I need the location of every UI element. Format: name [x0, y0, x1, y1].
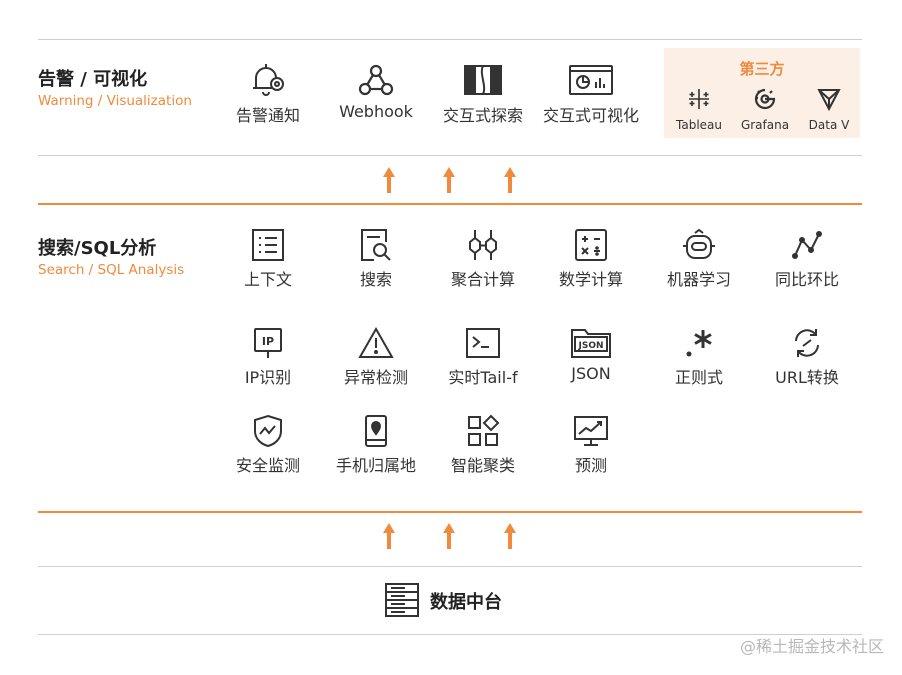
third-party-item-datav: Data V — [796, 86, 862, 132]
search-item-regex: 正则式 — [644, 326, 754, 388]
webhook-icon — [358, 64, 394, 96]
arrow-up-icon — [383, 523, 395, 549]
divider-footer-bottom — [38, 634, 862, 635]
search-item-label: 上下文 — [243, 270, 292, 289]
divider-alert-bottom — [38, 155, 862, 156]
divider-search-bottom — [38, 511, 862, 513]
alert-section-title: 告警 / 可视化 — [38, 69, 148, 90]
alarm-gear-icon — [253, 64, 284, 96]
alert-item-label: Webhook — [339, 102, 413, 121]
divider-search-top — [38, 203, 862, 205]
third-party-label: Data V — [808, 118, 850, 132]
url-convert-icon — [795, 329, 819, 357]
alert-item-notify: 告警通知 — [213, 62, 323, 126]
search-item-yoy: 同比环比 — [752, 228, 862, 290]
search-item-math: 数学计算 — [536, 228, 646, 290]
data-platform-title: 数据中台 — [430, 592, 502, 613]
search-item-label: JSON — [571, 364, 611, 383]
trend-icon — [792, 231, 822, 259]
svg-text:IP: IP — [262, 335, 274, 348]
explore-icon — [464, 65, 502, 95]
regex-icon — [686, 330, 712, 357]
server-icon — [385, 583, 419, 617]
robot-icon — [683, 228, 715, 259]
arrow-up-icon — [443, 167, 455, 193]
alert-item-visualization: 交互式可视化 — [536, 62, 646, 126]
search-item-label: 异常检测 — [343, 368, 408, 387]
terminal-icon — [466, 328, 500, 358]
alert-item-explore: 交互式探索 — [428, 62, 538, 126]
alert-item-label: 交互式可视化 — [542, 106, 639, 125]
search-item-label: 搜索 — [359, 270, 392, 289]
search-item-search: 搜索 — [321, 228, 431, 290]
search-item-label: 预测 — [574, 456, 607, 475]
search-item-security: 安全监测 — [213, 414, 323, 476]
search-item-anomaly: 异常检测 — [321, 326, 431, 388]
search-item-label: 实时Tail-f — [448, 368, 518, 387]
ip-icon: IP — [254, 328, 282, 358]
third-party-label: Grafana — [740, 118, 790, 132]
search-item-context: 上下文 — [213, 228, 323, 290]
list-icon — [252, 229, 284, 261]
third-party-item-tableau: Tableau — [666, 86, 732, 132]
grafana-icon — [754, 88, 776, 110]
search-item-label: IP识别 — [244, 368, 292, 387]
svg-text:JSON: JSON — [577, 341, 603, 351]
alert-item-label: 交互式探索 — [442, 106, 523, 125]
third-party-box: 第三方 Tableau Grafana Data V — [664, 48, 860, 138]
third-party-title: 第三方 — [739, 60, 785, 78]
third-party-item-grafana: Grafana — [732, 86, 798, 132]
search-section-title: 搜索/SQL分析 — [38, 238, 157, 259]
search-item-forecast: 预测 — [536, 414, 646, 476]
divider-top — [38, 39, 862, 40]
third-party-label: Tableau — [676, 118, 722, 132]
tableau-icon — [689, 89, 709, 109]
search-item-ip: IP IP识别 — [213, 326, 323, 388]
search-item-ml: 机器学习 — [644, 228, 754, 290]
alert-section-subtitle: Warning / Visualization — [38, 93, 192, 109]
search-item-tail: 实时Tail-f — [428, 326, 538, 388]
warning-icon — [358, 326, 394, 358]
cluster-icon — [468, 414, 500, 446]
arrow-up-icon — [504, 523, 516, 549]
search-section-subtitle: Search / SQL Analysis — [38, 262, 185, 278]
search-item-aggregate: 聚合计算 — [428, 228, 538, 290]
alert-item-label: 告警通知 — [235, 106, 300, 125]
search-item-label: 智能聚类 — [450, 456, 515, 475]
aggregate-icon — [469, 230, 497, 260]
search-item-label: 机器学习 — [666, 270, 731, 289]
json-folder-icon: JSON — [571, 329, 611, 358]
search-item-label: 正则式 — [674, 368, 723, 387]
forecast-icon — [574, 416, 608, 446]
calculator-icon — [575, 229, 607, 261]
watermark: @稀土掘金技术社区 — [739, 637, 884, 656]
search-item-label: 聚合计算 — [450, 270, 515, 289]
dashboard-icon — [569, 65, 613, 95]
search-item-mobile: 手机归属地 — [321, 414, 431, 476]
search-item-url: URL转换 — [752, 326, 862, 388]
arrow-up-icon — [443, 523, 455, 549]
arrow-up-icon — [383, 167, 395, 193]
search-item-label: URL转换 — [775, 368, 839, 387]
arrow-up-icon — [504, 167, 516, 193]
alert-item-webhook: Webhook — [321, 62, 431, 121]
datav-icon — [817, 89, 841, 112]
search-item-cluster: 智能聚类 — [428, 414, 538, 476]
shield-icon — [254, 414, 282, 448]
search-item-label: 安全监测 — [235, 456, 300, 475]
search-item-json: JSON JSON — [536, 326, 646, 383]
search-item-label: 手机归属地 — [335, 456, 416, 475]
search-doc-icon — [361, 229, 391, 261]
search-item-label: 数学计算 — [558, 270, 623, 289]
search-item-label: 同比环比 — [774, 270, 839, 289]
divider-footer-top — [38, 566, 862, 567]
mobile-location-icon — [365, 415, 387, 447]
